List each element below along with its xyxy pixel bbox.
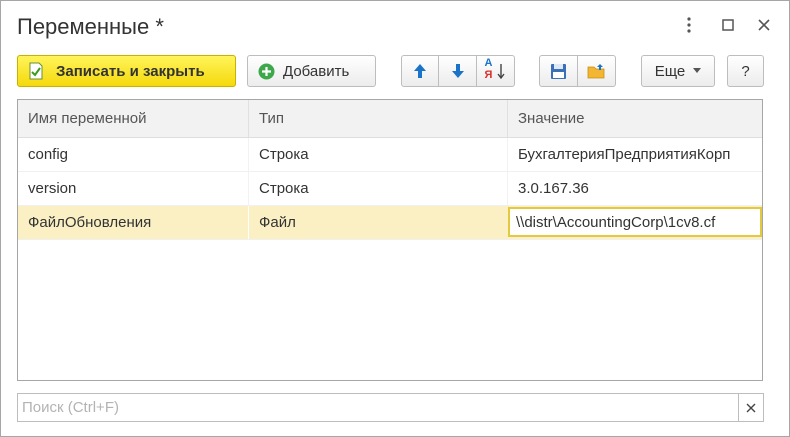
column-header-type[interactable]: Тип bbox=[249, 100, 507, 137]
chevron-down-icon bbox=[693, 68, 702, 73]
cell-name: version bbox=[28, 180, 77, 197]
sort-letter-bottom: Я bbox=[484, 69, 493, 81]
load-from-file-button[interactable] bbox=[577, 55, 616, 87]
maximize-icon[interactable] bbox=[714, 11, 742, 39]
save-to-file-button[interactable] bbox=[539, 55, 578, 87]
sort-alpha-icon: А Я bbox=[484, 57, 507, 82]
cell-value-editor[interactable]: \\distr\AccountingCorp\1cv8.cf bbox=[508, 207, 762, 237]
kebab-menu-icon[interactable] bbox=[675, 11, 703, 39]
save-disk-icon bbox=[551, 63, 566, 79]
table-row[interactable]: version Строка 3.0.167.36 bbox=[18, 172, 762, 206]
table-row[interactable]: config Строка БухгалтерияПредприятияКорп bbox=[18, 138, 762, 172]
help-button[interactable]: ? bbox=[727, 55, 764, 87]
more-menu-button[interactable]: Еще bbox=[641, 55, 715, 87]
add-label: Добавить bbox=[283, 62, 350, 80]
open-folder-icon bbox=[587, 63, 605, 78]
help-label: ? bbox=[741, 62, 750, 80]
column-header-value[interactable]: Значение bbox=[508, 100, 762, 137]
column-header-name[interactable]: Имя переменной bbox=[18, 100, 248, 137]
table-header: Имя переменной Тип Значение bbox=[18, 100, 762, 138]
close-icon[interactable] bbox=[750, 11, 778, 39]
cell-type: Строка bbox=[259, 180, 309, 197]
add-button[interactable]: Добавить bbox=[247, 55, 376, 87]
table-row-selected[interactable]: ФайлОбновления Файл \\distr\AccountingCo… bbox=[18, 206, 762, 240]
more-label: Еще bbox=[654, 62, 686, 80]
cell-name: ФайлОбновления bbox=[28, 214, 152, 231]
cell-type: Файл bbox=[259, 214, 296, 231]
move-up-icon bbox=[414, 64, 426, 78]
cell-value: 3.0.167.36 bbox=[518, 180, 589, 197]
variables-window: Переменные * Записать и закрыть Добавить bbox=[0, 0, 790, 437]
clear-search-button[interactable] bbox=[738, 393, 764, 422]
move-up-button[interactable] bbox=[401, 55, 439, 87]
cell-name: config bbox=[28, 146, 69, 163]
sort-letter-top: А bbox=[484, 57, 493, 69]
cell-value: БухгалтерияПредприятияКорп bbox=[518, 146, 731, 163]
clear-icon bbox=[746, 403, 756, 412]
add-circle-icon bbox=[258, 63, 275, 79]
move-down-button[interactable] bbox=[438, 55, 477, 87]
move-down-icon bbox=[451, 64, 464, 78]
window-title: Переменные * bbox=[17, 14, 164, 39]
save-and-close-button[interactable]: Записать и закрыть bbox=[17, 55, 236, 87]
sort-button[interactable]: А Я bbox=[476, 55, 515, 87]
search-input[interactable]: Поиск (Ctrl+F) bbox=[17, 393, 739, 422]
save-close-icon bbox=[29, 62, 43, 80]
cell-type: Строка bbox=[259, 146, 309, 163]
save-and-close-label: Записать и закрыть bbox=[56, 62, 205, 80]
variables-table[interactable]: Имя переменной Тип Значение config Строк… bbox=[17, 99, 763, 381]
